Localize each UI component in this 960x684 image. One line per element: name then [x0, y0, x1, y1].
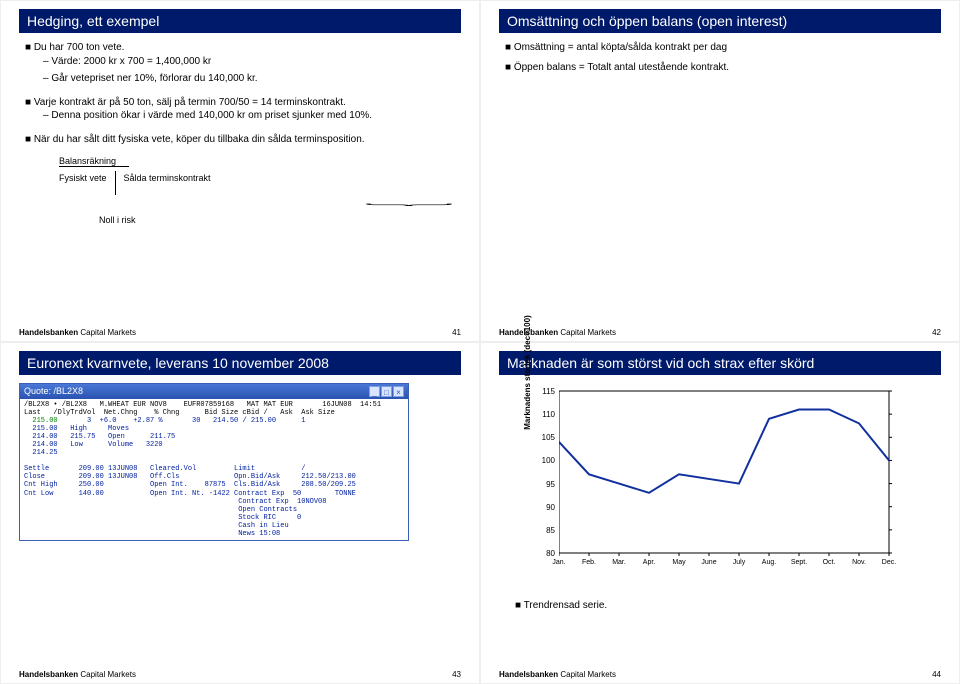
chart-xtick: Dec. [882, 559, 896, 566]
slide-title: Omsättning och öppen balans (open intere… [499, 9, 941, 33]
window-buttons[interactable]: _□× [368, 386, 404, 397]
page-number: 41 [452, 328, 461, 337]
quote-window: Quote: /BL2X8 _□× /BL2X8 • /BL2X8 M.WHEA… [19, 383, 409, 541]
bullet: När du har sålt ditt fysiska vete, köper… [25, 133, 461, 147]
quote-lower: Settle 209.00 13JUN08 Cleared.Vol Limit … [24, 465, 356, 537]
chart-ytick: 115 [541, 387, 555, 396]
zero-risk-label: Noll i risk [99, 215, 461, 225]
chart-xtick: July [733, 559, 745, 566]
bullet-list: Omsättning = antal köpta/sålda kontrakt … [505, 41, 941, 74]
footer-sub: Capital Markets [78, 328, 136, 337]
slide-footer: Handelsbanken Capital Markets 42 [499, 328, 941, 337]
chart-ytick: 90 [541, 503, 555, 512]
footer-brand: Handelsbanken [499, 670, 558, 679]
chart-ylabel: Marknadens storlek (dec=100) [523, 315, 532, 430]
note-bullet: Trendrensad serie. [515, 599, 941, 613]
chart-ytick: 100 [541, 456, 555, 465]
chart-ytick: 80 [541, 549, 555, 558]
quote-titlebar: Quote: /BL2X8 _□× [20, 384, 408, 399]
chart-note: Trendrensad serie. [509, 599, 941, 613]
slide-footer: Handelsbanken Capital Markets 43 [19, 670, 461, 679]
chart-xtick: Apr. [643, 559, 655, 566]
chart-xtick: Oct. [823, 559, 836, 566]
balance-left: Fysiskt vete [59, 171, 116, 195]
footer-sub: Capital Markets [558, 328, 616, 337]
chart-ytick: 110 [541, 410, 555, 419]
balance-title: Balansräkning [59, 156, 129, 167]
chart-xtick: Mar. [612, 559, 626, 566]
slide-44: Marknaden är som störst vid och strax ef… [480, 342, 960, 684]
slide-43: Euronext kvarnvete, leverans 10 november… [0, 342, 480, 684]
sub-bullet: Värde: 2000 kr x 700 = 1,400,000 kr [43, 55, 461, 69]
quote-last: 215.00 [24, 417, 58, 425]
chart-xtick: Feb. [582, 559, 596, 566]
bullet: Du har 700 ton vete. [34, 42, 125, 53]
footer-brand: Handelsbanken [19, 328, 78, 337]
maximize-icon[interactable]: □ [381, 386, 392, 397]
quote-mid: 215.00 High Moves 214.00 215.75 Open 211… [24, 425, 175, 457]
sub-bullet: Går vetepriset ner 10%, förlorar du 140,… [43, 72, 461, 86]
slide-41: Hedging, ett exempel Du har 700 ton vete… [0, 0, 480, 342]
footer-brand: Handelsbanken [19, 670, 78, 679]
chart-xtick: June [701, 559, 716, 566]
quote-header-1: /BL2X8 • /BL2X8 M.WHEAT EUR NOV8 EUFR078… [24, 401, 381, 409]
page-number: 44 [932, 670, 941, 679]
bullet-list: När du har sålt ditt fysiska vete, köper… [25, 133, 461, 147]
slide-title: Euronext kvarnvete, leverans 10 november… [19, 351, 461, 375]
bullet-list: Du har 700 ton vete. Värde: 2000 kr x 70… [25, 41, 461, 86]
quote-header-2: Last /DlyTrdVol Net.Chng % Chng Bid Size… [24, 409, 335, 417]
page-number: 43 [452, 670, 461, 679]
close-icon[interactable]: × [393, 386, 404, 397]
chart-xtick: May [672, 559, 685, 566]
chart-xtick: Sept. [791, 559, 807, 566]
chart-svg [559, 387, 899, 557]
chart-xtick: Jan. [552, 559, 565, 566]
balance-sheet: Balansräkning Fysiskt vete Sålda termins… [59, 156, 461, 195]
chart-xtick: Nov. [852, 559, 866, 566]
chart-ytick: 85 [541, 526, 555, 535]
slide-footer: Handelsbanken Capital Markets 41 [19, 328, 461, 337]
quote-title-text: Quote: /BL2X8 [24, 386, 83, 397]
minimize-icon[interactable]: _ [369, 386, 380, 397]
quote-body: /BL2X8 • /BL2X8 M.WHEAT EUR NOV8 EUFR078… [20, 399, 408, 540]
slide-42: Omsättning och öppen balans (open intere… [480, 0, 960, 342]
bullet: Varje kontrakt är på 50 ton, sälj på ter… [34, 97, 346, 108]
bullet: Omsättning = antal köpta/sålda kontrakt … [505, 41, 941, 55]
page-number: 42 [932, 328, 941, 337]
sub-bullet: Denna position ökar i värde med 140,000 … [43, 109, 461, 123]
bullet: Öppen balans = Totalt antal utestående k… [505, 61, 941, 75]
slide-title: Marknaden är som störst vid och strax ef… [499, 351, 941, 375]
balance-right: Sålda terminskontrakt [116, 171, 219, 195]
chart-xtick: Aug. [762, 559, 776, 566]
chart-ytick: 95 [541, 480, 555, 489]
footer-sub: Capital Markets [78, 670, 136, 679]
chart-ytick: 105 [541, 433, 555, 442]
slide-footer: Handelsbanken Capital Markets 44 [499, 670, 941, 679]
line-chart: Marknadens storlek (dec=100) 80859095100… [529, 387, 909, 587]
slide-title: Hedging, ett exempel [19, 9, 461, 33]
footer-sub: Capital Markets [558, 670, 616, 679]
quote-row1: 3 +6.0 +2.87 % 30 214.50 / 215.00 1 [58, 417, 306, 425]
bullet-list: Varje kontrakt är på 50 ton, sälj på ter… [25, 96, 461, 123]
